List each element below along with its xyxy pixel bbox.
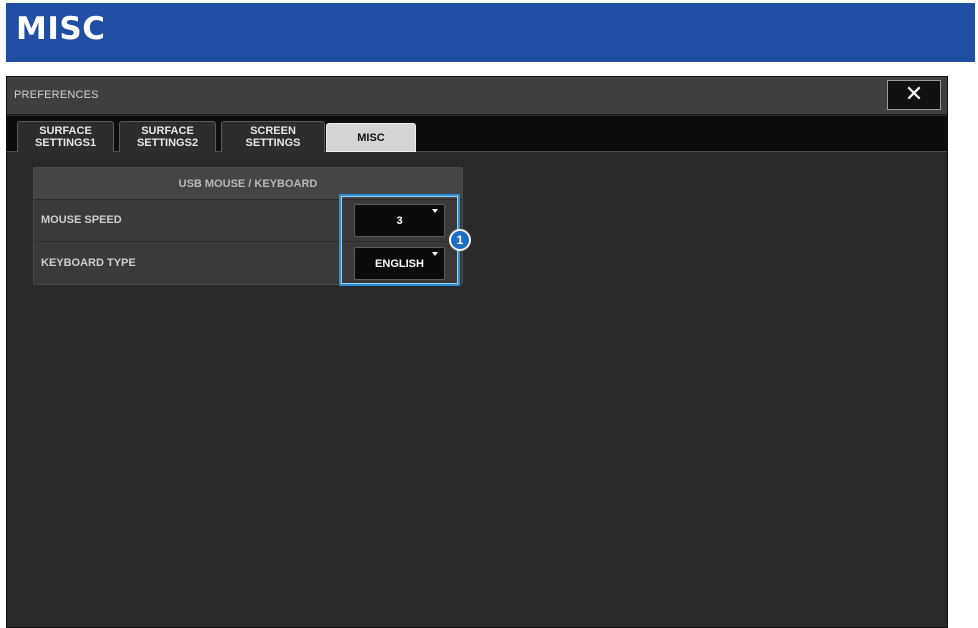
tab-surface-settings1[interactable]: SURFACE SETTINGS1	[17, 121, 114, 152]
window-title: PREFERENCES	[14, 89, 99, 101]
section-heading-bar: MISC	[6, 3, 975, 62]
window-header: PREFERENCES ✕	[7, 77, 947, 115]
close-button[interactable]: ✕	[887, 80, 941, 110]
tab-strip: SURFACE SETTINGS1 SURFACE SETTINGS2 SCRE…	[7, 116, 947, 152]
section-heading: MISC	[16, 11, 106, 47]
callout-badge: 1	[449, 229, 471, 251]
callout-highlight-frame	[339, 194, 460, 286]
preferences-window: PREFERENCES ✕ SURFACE SETTINGS1 SURFACE …	[6, 76, 948, 628]
tab-screen-settings[interactable]: SCREEN SETTINGS	[221, 121, 325, 152]
keyboard-type-label: KEYBOARD TYPE	[41, 257, 136, 269]
tab-surface-settings2[interactable]: SURFACE SETTINGS2	[119, 121, 216, 152]
mouse-speed-label: MOUSE SPEED	[41, 214, 122, 226]
tab-misc[interactable]: MISC	[326, 123, 416, 152]
close-icon: ✕	[904, 82, 924, 107]
